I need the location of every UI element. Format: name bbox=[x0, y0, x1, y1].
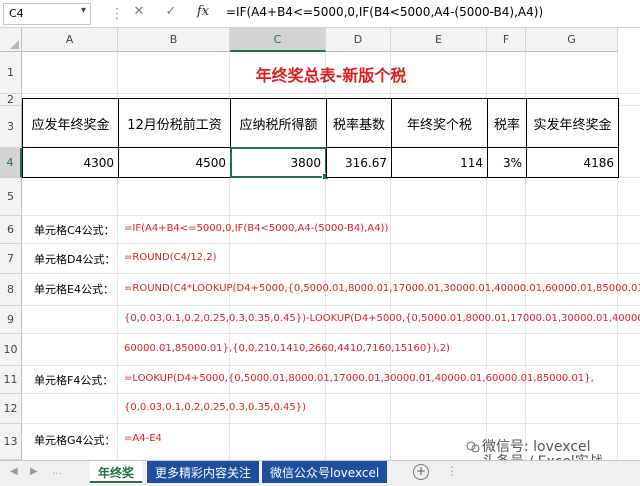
formula-input[interactable]: =IF(A4+B4<=5000,0,IF(B4<5000,A4-(5000-B4… bbox=[226, 5, 543, 19]
formula-text-f4-line-1[interactable]: =LOOKUP(D4+5000,{0,5000.01,8000.01,17000… bbox=[124, 373, 594, 384]
add-sheet-icon[interactable]: + bbox=[413, 464, 429, 480]
scroll-tabs-left-icon[interactable]: ◀ bbox=[10, 466, 18, 477]
formula-text-e4-line-1[interactable]: =ROUND(C4*LOOKUP(D4+5000,{0,5000.01,8000… bbox=[124, 283, 640, 294]
tab-sheet-nianzhongjiang[interactable]: 年终奖 bbox=[90, 461, 143, 483]
data-cell-a4[interactable]: 4300 bbox=[22, 147, 119, 178]
column-header-f[interactable]: F bbox=[487, 28, 526, 52]
row-header-7[interactable]: 7 bbox=[0, 244, 22, 274]
header-cell-g3[interactable]: 实发年终奖金 bbox=[526, 98, 619, 148]
formula-bar-grip-icon: ⋮ bbox=[110, 6, 124, 22]
data-cell-d4[interactable]: 316.67 bbox=[326, 147, 392, 178]
gridline bbox=[22, 423, 640, 424]
row-header-5[interactable]: 5 bbox=[0, 178, 22, 216]
gridline bbox=[22, 93, 640, 94]
data-cell-g4[interactable]: 4186 bbox=[526, 147, 619, 178]
header-cell-d3[interactable]: 税率基数 bbox=[326, 98, 392, 148]
row-header-1[interactable]: 1 bbox=[0, 52, 22, 94]
formula-text-g4[interactable]: =A4-E4 bbox=[124, 433, 162, 444]
name-box[interactable]: C4 ▾ bbox=[3, 3, 91, 25]
column-header-e[interactable]: E bbox=[391, 28, 487, 52]
tab-overflow-icon[interactable]: … bbox=[52, 466, 62, 477]
row-header-2[interactable]: 2 bbox=[0, 93, 22, 106]
chevron-down-icon[interactable]: ▾ bbox=[81, 5, 86, 16]
column-header-a[interactable]: A bbox=[22, 28, 118, 52]
formula-label-d4[interactable]: 单元格D4公式： bbox=[34, 251, 115, 267]
gridline bbox=[22, 305, 640, 306]
gridline bbox=[22, 215, 640, 216]
gridline bbox=[22, 393, 640, 394]
gridline bbox=[22, 273, 640, 274]
formula-label-e4[interactable]: 单元格E4公式： bbox=[34, 281, 114, 297]
cancel-icon[interactable]: ✕ bbox=[130, 4, 148, 24]
formula-text-d4[interactable]: =ROUND(C4/12,2) bbox=[124, 252, 216, 263]
header-cell-b3[interactable]: 12月份税前工资 bbox=[118, 98, 231, 148]
formula-text-c4[interactable]: =IF(A4+B4<=5000,0,IF(B4<5000,A4-(5000-B4… bbox=[124, 223, 388, 234]
insert-function-icon[interactable]: fx bbox=[194, 4, 212, 24]
enter-icon[interactable]: ✓ bbox=[162, 4, 180, 24]
row-header-4[interactable]: 4 bbox=[0, 148, 22, 178]
header-cell-c3[interactable]: 应纳税所得额 bbox=[230, 98, 327, 148]
data-cell-c4-active[interactable]: 3800 bbox=[230, 147, 329, 180]
row-header-13[interactable]: 13 bbox=[0, 424, 22, 460]
data-cell-f4[interactable]: 3% bbox=[487, 147, 527, 178]
row-header-6[interactable]: 6 bbox=[0, 216, 22, 244]
row-header-9[interactable]: 9 bbox=[0, 306, 22, 334]
select-all-corner[interactable] bbox=[0, 28, 22, 52]
formula-text-f4-line-2[interactable]: {0,0.03,0.1,0.2,0.25,0.3,0.35,0.45}) bbox=[124, 402, 306, 413]
formula-label-c4[interactable]: 单元格C4公式： bbox=[34, 222, 115, 238]
formula-bar: C4 ▾ ⋮ ✕ ✓ fx =IF(A4+B4<=5000,0,IF(B4<50… bbox=[0, 0, 640, 28]
gridline bbox=[22, 243, 640, 244]
tab-sheet-wechat-account[interactable]: 微信公众号lovexcel bbox=[261, 461, 388, 483]
header-cell-a3[interactable]: 应发年终奖金 bbox=[22, 98, 119, 148]
row-header-8[interactable]: 8 bbox=[0, 274, 22, 306]
column-header-g[interactable]: G bbox=[526, 28, 618, 52]
formula-text-e4-line-2[interactable]: {0,0.03,0.1,0.2,0.25,0.3,0.35,0.45})-LOO… bbox=[124, 313, 640, 324]
data-cell-b4[interactable]: 4500 bbox=[118, 147, 231, 178]
column-header-d[interactable]: D bbox=[326, 28, 391, 52]
row-header-10[interactable]: 10 bbox=[0, 334, 22, 366]
formula-label-f4[interactable]: 单元格F4公式： bbox=[34, 372, 113, 388]
column-header-c[interactable]: C bbox=[230, 28, 326, 52]
sheet-title[interactable]: 年终奖总表-新版个税 bbox=[22, 62, 640, 86]
gridline bbox=[22, 365, 640, 366]
formula-label-g4[interactable]: 单元格G4公式： bbox=[34, 432, 116, 448]
row-header-12[interactable]: 12 bbox=[0, 394, 22, 424]
scroll-tabs-right-icon[interactable]: ▶ bbox=[30, 466, 38, 477]
row-header-11[interactable]: 11 bbox=[0, 366, 22, 394]
wechat-icon bbox=[466, 441, 480, 453]
tab-sheet-more-content[interactable]: 更多精彩内容关注 bbox=[146, 461, 260, 483]
row-header-3[interactable]: 3 bbox=[0, 106, 22, 148]
tab-splitter-icon[interactable]: ⋮ bbox=[446, 464, 458, 478]
header-cell-e3[interactable]: 年终奖个税 bbox=[391, 98, 488, 148]
worksheet-grid[interactable]: 年终奖总表-新版个税 应发年终奖金 12月份税前工资 应纳税所得额 税率基数 年… bbox=[22, 52, 640, 460]
formula-text-e4-line-3[interactable]: 60000.01,85000.01},{0,0,210,1410,2660,44… bbox=[124, 343, 450, 354]
sheet-tab-bar: ◀ ▶ … 年终奖 更多精彩内容关注 微信公众号lovexcel + ⋮ bbox=[0, 460, 640, 486]
name-box-value: C4 bbox=[9, 7, 24, 20]
gridline bbox=[22, 333, 640, 334]
header-cell-f3[interactable]: 税率 bbox=[487, 98, 527, 148]
column-header-b[interactable]: B bbox=[118, 28, 230, 52]
data-cell-e4[interactable]: 114 bbox=[391, 147, 488, 178]
